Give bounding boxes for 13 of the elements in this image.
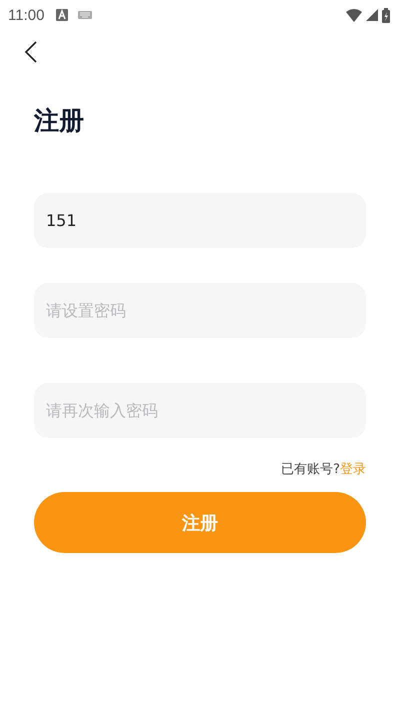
battery-icon: [382, 8, 390, 22]
input-field[interactable]: 151: [34, 193, 366, 248]
input-field[interactable]: 请再次输入密码: [34, 383, 366, 438]
signal-icon: [366, 9, 378, 21]
keyboard-icon: [78, 11, 92, 19]
login-link[interactable]: 登录: [340, 462, 366, 477]
page-title: 注册: [34, 105, 85, 137]
wifi-icon: [346, 8, 362, 22]
app-notification-icon: [56, 9, 68, 21]
input-field[interactable]: 请设置密码: [34, 283, 366, 338]
status-time: 11:00: [8, 6, 44, 24]
register-button[interactable]: 注册: [34, 492, 366, 553]
login-prompt: 已有账号?: [281, 462, 340, 477]
